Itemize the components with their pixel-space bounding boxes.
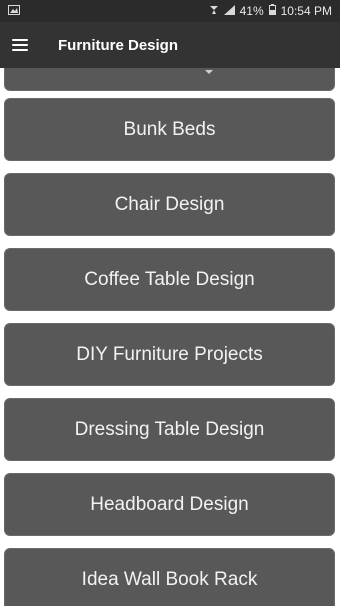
list-item[interactable]: Idea Wall Book Rack — [4, 548, 335, 606]
list-item[interactable]: Bunk Beds — [4, 98, 335, 161]
battery-icon — [268, 4, 276, 18]
list-item[interactable]: Coffee Table Design — [4, 248, 335, 311]
list-item-partial[interactable] — [4, 68, 335, 91]
battery-percent: 41% — [239, 4, 264, 18]
status-left — [0, 4, 20, 18]
hamburger-menu-icon — [12, 39, 28, 51]
status-bar: 41% 10:54 PM — [0, 0, 340, 22]
signal-icon — [223, 4, 235, 18]
alarm-icon — [209, 5, 219, 18]
list-item[interactable]: Headboard Design — [4, 473, 335, 536]
app-bar: Furniture Design — [0, 22, 340, 68]
list-item[interactable]: Dressing Table Design — [4, 398, 335, 461]
category-list[interactable]: Bunk Beds Chair Design Coffee Table Desi… — [0, 68, 340, 606]
gallery-notification-icon — [8, 4, 20, 18]
list-item[interactable]: Chair Design — [4, 173, 335, 236]
chevron-down-icon — [205, 70, 213, 74]
list-item[interactable]: DIY Furniture Projects — [4, 323, 335, 386]
app-title: Furniture Design — [58, 36, 179, 54]
status-right: 41% 10:54 PM — [209, 4, 340, 18]
status-time: 10:54 PM — [280, 4, 332, 18]
menu-button[interactable] — [0, 22, 40, 68]
